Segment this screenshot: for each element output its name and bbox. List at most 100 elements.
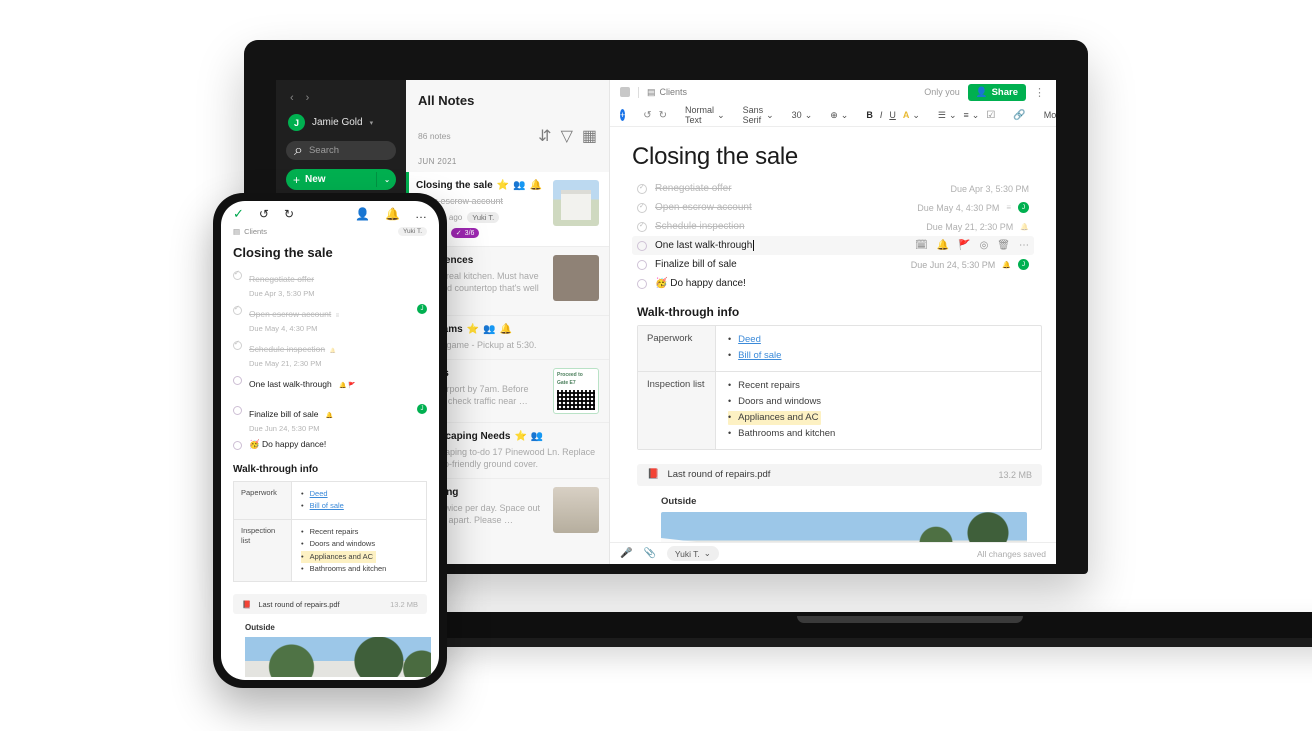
numbered-list-icon[interactable]: ≡ ⌄ <box>964 110 980 121</box>
checkbox-icon[interactable] <box>233 406 242 415</box>
attachment-row[interactable]: 📕 Last round of repairs.pdf 13.2 MB <box>233 594 427 615</box>
task-due: Due May 4, 4:30 PM <box>249 324 318 333</box>
task-row[interactable]: One last walk-through 🗓 🔔 🚩 ◎ 🗑 ⋯ <box>632 236 1034 255</box>
redo-icon[interactable]: ↻ <box>659 110 667 121</box>
person-add-icon[interactable]: 👤 <box>355 207 370 221</box>
checkbox-icon[interactable] <box>233 376 242 385</box>
checkbox-checked-icon[interactable] <box>233 304 242 315</box>
italic-button[interactable]: I <box>880 110 883 120</box>
link-icon[interactable]: 🔗 <box>1013 110 1025 121</box>
assign-person-icon[interactable]: ◎ <box>980 240 989 251</box>
checkbox-icon[interactable] <box>637 278 647 289</box>
font-size-value: 30 <box>791 110 802 120</box>
font-family-value: Sans Serif <box>742 105 764 125</box>
more-options-button[interactable]: More ⌄ <box>1044 110 1056 121</box>
checkbox-icon[interactable] <box>637 240 647 251</box>
search-input[interactable]: ⌕ Search <box>286 141 396 160</box>
nav-back-icon[interactable]: ‹ <box>290 92 294 104</box>
bullet-icon: • <box>301 501 304 511</box>
more-icon[interactable]: … <box>415 207 427 221</box>
checkbox-icon[interactable] <box>233 441 242 450</box>
thumbnail-text: Gate E7 <box>557 379 576 386</box>
assign-person-icon[interactable]: 🔔 <box>385 207 400 221</box>
document-body[interactable]: Closing the sale Renegotiate offer Due A… <box>610 127 1056 542</box>
note-lines-icon: ≡ <box>335 313 340 319</box>
checklist-icon[interactable]: ☑ <box>986 110 995 121</box>
undo-icon[interactable]: ↺ <box>643 110 651 121</box>
checkbox-icon[interactable] <box>637 259 647 270</box>
task-label: Renegotiate offer <box>249 274 315 284</box>
delete-icon[interactable]: 🗑 <box>997 240 1010 251</box>
task-row[interactable]: Finalize bill of sale 🔔 Due Jun 24, 5:30… <box>221 402 439 437</box>
checkbox-checked-icon[interactable] <box>233 269 242 280</box>
flag-icon[interactable]: 🚩 <box>958 240 970 251</box>
table-row-value: • Recent repairs • Doors and windows • Appl… <box>292 520 426 582</box>
check-icon[interactable]: ✓ <box>233 206 244 222</box>
underline-button[interactable]: U <box>889 110 896 120</box>
task-row[interactable]: Finalize bill of sale Due Jun 24, 5:30 P… <box>632 255 1034 274</box>
account-switcher[interactable]: J Jamie Gold ▾ <box>286 112 396 141</box>
note-list-toolbar: 86 notes ⇵ ▽ ▦ <box>406 108 609 153</box>
chevron-down-icon[interactable]: ⌄ <box>384 176 390 184</box>
mic-icon[interactable]: 🎤 <box>620 548 632 559</box>
laptop-foot <box>394 638 1312 647</box>
notebook-icon[interactable] <box>620 87 630 97</box>
search-placeholder: Search <box>308 145 340 156</box>
list-item: • Bathrooms and kitchen <box>728 427 1029 441</box>
paragraph-style-select[interactable]: Normal Text ⌄ <box>685 105 725 125</box>
task-row[interactable]: 🥳 Do happy dance! <box>221 437 439 454</box>
breadcrumb-label: Clients <box>659 87 688 97</box>
share-button[interactable]: 👤 Share <box>967 83 1026 101</box>
insert-icon[interactable]: + <box>620 109 626 121</box>
filter-icon[interactable]: ▽ <box>561 126 573 146</box>
bold-button[interactable]: B <box>866 110 873 120</box>
footer-user-chip[interactable]: Yuki T. ⌄ <box>666 546 719 561</box>
attachment-name: Last round of repairs.pdf <box>667 469 771 480</box>
font-size-select[interactable]: 30 ⌄ <box>792 110 813 121</box>
task-row[interactable]: Open escrow account ≡ Due May 4, 4:30 PM… <box>221 302 439 337</box>
reminder-bell-icon[interactable]: 🔔 <box>937 240 949 251</box>
nav-forward-icon[interactable]: › <box>306 92 310 104</box>
link-deed[interactable]: Deed <box>310 488 328 500</box>
list-item-highlighted: • Appliances and AC <box>728 411 822 426</box>
breadcrumb[interactable]: ▤ Clients <box>647 87 687 98</box>
text-color-icon[interactable]: ⊕ ⌄ <box>830 110 848 121</box>
new-note-button[interactable]: + New ⌄ <box>286 169 396 190</box>
checkbox-checked-icon[interactable] <box>233 339 242 350</box>
font-family-select[interactable]: Sans Serif ⌄ <box>743 105 774 125</box>
more-icon[interactable]: ⋯ <box>1019 240 1029 251</box>
task-row[interactable]: Schedule inspection Due May 21, 2:30 PM … <box>632 217 1034 236</box>
embedded-photo[interactable] <box>661 511 1027 542</box>
checkbox-checked-icon[interactable] <box>637 183 647 194</box>
layout-icon[interactable]: ▦ <box>582 126 597 146</box>
photo-caption: Outside <box>661 495 697 507</box>
embedded-photo[interactable] <box>245 637 431 678</box>
bullet-list-icon[interactable]: ☰ ⌄ <box>938 110 957 121</box>
link-deed[interactable]: Deed <box>738 333 761 347</box>
task-row[interactable]: 🥳 Do happy dance! <box>632 274 1034 293</box>
reminder-bell-icon: 🔔 <box>325 413 334 419</box>
undo-icon[interactable]: ↺ <box>259 207 269 221</box>
chevron-down-icon: ⌄ <box>971 109 980 120</box>
link-bill-of-sale[interactable]: Bill of sale <box>738 349 781 363</box>
note-group-header: JUN 2021 <box>418 157 457 166</box>
sort-icon[interactable]: ⇵ <box>538 126 551 146</box>
redo-icon[interactable]: ↻ <box>284 207 294 221</box>
checkbox-checked-icon[interactable] <box>637 202 647 213</box>
calendar-add-icon[interactable]: 🗓 <box>915 240 928 251</box>
task-row[interactable]: One last walk-through 🔔 🚩 <box>221 372 439 402</box>
note-lines-icon: ≡ <box>1006 203 1011 212</box>
checkbox-checked-icon[interactable] <box>637 221 647 232</box>
more-icon[interactable]: ⋮ <box>1034 86 1046 99</box>
attachment-row[interactable]: 📕 Last round of repairs.pdf 13.2 MB <box>637 463 1042 486</box>
task-label: Open escrow account <box>249 309 332 319</box>
highlight-color-icon[interactable]: A ⌄ <box>903 110 920 121</box>
attach-icon[interactable]: 📎 <box>643 548 655 559</box>
task-row[interactable]: Open escrow account Due May 4, 4:30 PM ≡… <box>632 198 1034 217</box>
list-item-label: Appliances and AC <box>309 551 374 561</box>
link-bill-of-sale[interactable]: Bill of sale <box>310 500 344 512</box>
task-row[interactable]: Renegotiate offer Due Apr 3, 5:30 PM <box>632 179 1034 198</box>
breadcrumb[interactable]: ▤ Clients Yuki T. <box>221 227 439 236</box>
task-row[interactable]: Renegotiate offer Due Apr 3, 5:30 PM <box>221 267 439 302</box>
task-row[interactable]: Schedule inspection 🔔 Due May 21, 2:30 P… <box>221 337 439 372</box>
